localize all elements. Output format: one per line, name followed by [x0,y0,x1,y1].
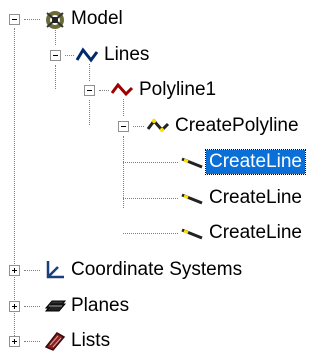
collapse-toggle[interactable] [9,14,20,25]
tree-connector [24,306,40,307]
tree-connector [123,198,178,199]
tree-connector [24,270,40,271]
tree-connector [24,19,40,20]
create-line-icon [181,157,203,169]
tree-connector [55,65,56,89]
expand-toggle[interactable] [9,265,20,276]
tree-item-coordinate-systems[interactable]: Coordinate Systems [68,258,245,282]
polyline-icon [110,82,134,97]
model-icon [46,11,64,29]
tree-connector [133,126,144,127]
tree-connector [123,99,124,116]
tree-item-create-polyline[interactable]: CreatePolyline [172,114,302,138]
create-polyline-icon [146,118,170,133]
create-line-icon [181,228,203,240]
tree-connector [24,341,40,342]
collapse-toggle[interactable] [50,50,61,61]
coordinate-system-icon [46,261,64,279]
tree-item-lists[interactable]: Lists [68,329,113,353]
tree-item-model[interactable]: Model [68,7,126,31]
tree-item-polyline1[interactable]: Polyline1 [136,78,219,102]
tree-connector [14,28,15,342]
collapse-toggle[interactable] [118,121,129,132]
tree-item-lines[interactable]: Lines [101,43,152,67]
lists-icon [44,332,66,351]
tree-connector [89,64,90,81]
tree-view[interactable]: { "tree": { "model": {"label": "Model", … [0,0,334,352]
tree-item-planes[interactable]: Planes [68,294,132,318]
tree-connector [123,162,178,163]
tree-connector [65,55,74,56]
lines-icon [75,47,99,63]
create-line-icon [181,193,203,205]
tree-item-create-line[interactable]: CreateLine [206,221,305,245]
planes-icon [44,300,67,312]
tree-item-create-line[interactable]: CreateLine [205,149,306,175]
tree-connector [123,233,178,234]
expand-toggle[interactable] [9,301,20,312]
tree-connector [89,100,90,125]
tree-item-create-line[interactable]: CreateLine [206,186,305,210]
tree-connector [99,90,109,91]
expand-toggle[interactable] [9,336,20,347]
collapse-toggle[interactable] [84,85,95,96]
